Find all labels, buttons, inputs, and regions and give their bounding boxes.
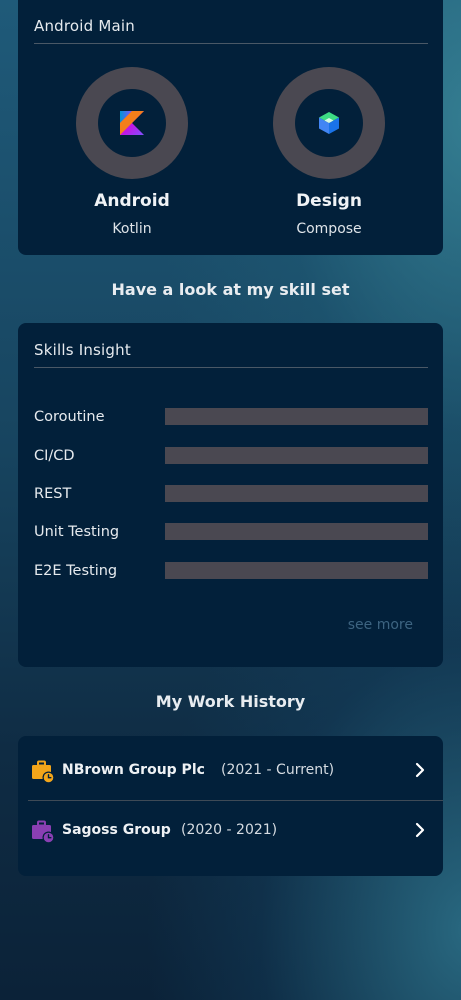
skill-bar-fill [165,408,428,425]
briefcase-clock-icon [32,820,55,844]
skill-row: REST [34,485,428,505]
skill-bar-fill [165,485,428,502]
chevron-right-icon [415,762,425,778]
company-name: NBrown Group Plc [62,762,205,778]
work-history-item[interactable]: Sagoss Group (2020 - 2021) [18,802,443,860]
skill-row: E2E Testing [34,562,428,582]
design-skill-name: Design [296,191,362,211]
design-skill-ring[interactable] [273,67,385,179]
kotlin-icon [120,111,144,135]
divider [34,43,428,44]
skill-label: Coroutine [34,409,105,425]
skill-row: Unit Testing [34,523,428,543]
work-history-card: NBrown Group Plc (2021 - Current) Sagoss… [18,736,443,876]
see-more-link[interactable]: see more [348,617,413,633]
jetpack-compose-icon [319,112,339,134]
work-period: (2021 - Current) [221,762,335,778]
ring-center [295,89,363,157]
skill-bar [165,562,428,579]
work-history-item[interactable]: NBrown Group Plc (2021 - Current) [18,742,443,801]
skill-bar-fill [165,447,428,464]
divider [34,367,428,368]
chevron-right-icon [415,822,425,838]
work-history-heading: My Work History [155,692,306,711]
skills-heading: Have a look at my skill set [111,280,350,299]
skill-row: CI/CD [34,447,428,467]
skill-bar [165,485,428,502]
skill-bar-fill [165,523,428,540]
skill-row: Coroutine [34,408,428,428]
skill-label: E2E Testing [34,563,118,579]
work-period: (2020 - 2021) [181,822,278,838]
design-skill-sub: Compose [296,221,362,237]
skill-label: CI/CD [34,448,75,464]
briefcase-clock-icon [32,760,55,784]
skill-bar [165,523,428,540]
android-main-title: Android Main [34,17,135,35]
skill-label: REST [34,486,72,502]
skill-bar-fill [165,562,428,579]
android-skill-ring[interactable] [76,67,188,179]
company-name: Sagoss Group [62,822,171,838]
skill-bar [165,408,428,425]
skill-label: Unit Testing [34,524,120,540]
skills-insight-title: Skills Insight [34,341,131,359]
divider [28,800,443,801]
android-skill-sub: Kotlin [112,221,152,237]
ring-center [98,89,166,157]
skills-insight-card: Skills Insight Coroutine CI/CD REST Unit… [18,323,443,667]
android-skill-name: Android [94,191,170,211]
skill-bar [165,447,428,464]
android-main-card: Android Main Android Kotlin Design Compo… [18,0,443,255]
